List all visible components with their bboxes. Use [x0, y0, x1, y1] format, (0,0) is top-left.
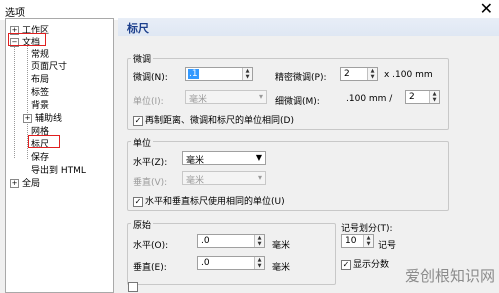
page-title: 标尺	[127, 22, 149, 35]
chevron-down-icon: ▾	[257, 173, 262, 182]
super-nudge-spinner[interactable]: 2 ▲ ▼	[340, 67, 378, 81]
show-fractions-checkbox[interactable]: ✓ 显示分数	[341, 257, 389, 270]
tick-divisions-unit: 记号	[378, 241, 397, 251]
expand-icon[interactable]: +	[23, 114, 32, 123]
unit-label: 单位(I):	[133, 97, 164, 107]
origin-vertical-label: 垂直(E):	[133, 263, 167, 273]
origin-horizontal-value: .0	[201, 236, 210, 246]
spinner-arrows-icon[interactable]: ▲ ▼	[254, 257, 264, 269]
highlight-box-rulers	[28, 135, 60, 148]
tick-divisions-spinner[interactable]: 10 ▲ ▼	[341, 234, 374, 248]
tree-item-layout[interactable]: 布局	[31, 72, 49, 85]
super-nudge-suffix: x .100 mm	[384, 70, 433, 80]
tree-item-background[interactable]: 背景	[31, 98, 49, 111]
tree-item-guidelines[interactable]: + 辅助线	[23, 111, 62, 124]
vertical-units-value: 毫米	[186, 176, 205, 186]
checkmark-icon[interactable]: ✓	[133, 196, 143, 207]
units-group-title: 单位	[131, 136, 154, 149]
checkbox-label: 水平和垂直标尺使用相同的单位(U)	[145, 197, 285, 207]
tree-item-label: 辅助线	[35, 114, 63, 124]
category-tree: + 工作区 − 文档 常规 页面尺寸 布局 标签 背景 + 辅助线 网格 标尺 保存 …	[5, 18, 114, 293]
tree-item-export-html[interactable]: 导出到 HTML	[31, 163, 86, 176]
close-icon[interactable]: ✕	[480, 1, 493, 17]
checkmark-icon[interactable]: ✓	[341, 259, 351, 270]
same-units-rulers-checkbox[interactable]: ✓ 水平和垂直标尺使用相同的单位(U)	[133, 194, 285, 207]
origin-vertical-spinner[interactable]: .0 ▲ ▼	[197, 256, 265, 270]
spinner-arrows-icon[interactable]: ▲ ▼	[429, 91, 439, 103]
tree-item-label: 全局	[22, 179, 41, 189]
micro-nudge-spinner[interactable]: 2 ▲ ▼	[405, 90, 440, 104]
spinner-arrows-icon[interactable]: ▲ ▼	[254, 235, 264, 247]
checkbox-label: 显示分数	[353, 260, 390, 270]
origin-horizontal-spinner[interactable]: .0 ▲ ▼	[197, 234, 265, 248]
chevron-down-icon: ▾	[258, 92, 263, 101]
title-bar: 选项 ✕	[0, 0, 499, 20]
origin-vertical-value: .0	[201, 258, 210, 268]
tree-guide-line	[14, 38, 15, 158]
horizontal-units-label: 水平(Z):	[133, 158, 168, 168]
micro-nudge-prefix: .100 mm /	[346, 94, 393, 104]
nudge-spinner[interactable]: .1 ▲ ▼	[185, 67, 253, 81]
super-nudge-value: 2	[344, 69, 350, 79]
window-title: 选项	[5, 8, 25, 19]
horizontal-units-value: 毫米	[186, 156, 205, 166]
origin-vertical-unit: 毫米	[272, 263, 291, 273]
nudge-unit-value: 毫米	[189, 95, 208, 105]
tree-item-page-size[interactable]: 页面尺寸	[31, 59, 67, 72]
tick-divisions-label: 记号划分(T):	[341, 224, 393, 234]
spinner-arrows-icon[interactable]: ▲ ▼	[242, 68, 252, 80]
micro-nudge-label: 细微调(M):	[275, 97, 320, 107]
spinner-arrows-icon[interactable]: ▲ ▼	[363, 235, 373, 247]
highlight-box-document	[8, 33, 46, 46]
nudge-group-title: 微调	[131, 52, 154, 65]
tree-item-save[interactable]: 保存	[31, 150, 49, 163]
tree-item-label[interactable]: 标签	[31, 85, 49, 98]
origin-horizontal-label: 水平(O):	[133, 241, 169, 251]
tick-divisions-value: 10	[345, 236, 357, 246]
spinner-arrows-icon[interactable]: ▲ ▼	[367, 68, 377, 80]
super-nudge-label: 精密微调(P):	[275, 73, 327, 83]
nudge-unit-select: 毫米 ▾	[185, 90, 267, 105]
origin-horizontal-unit: 毫米	[272, 241, 291, 251]
vertical-units-label: 垂直(V):	[133, 178, 168, 188]
micro-nudge-value: 2	[409, 92, 415, 102]
panel-header: 标尺	[118, 18, 499, 36]
nudge-value: .1	[188, 69, 199, 79]
tree-item-global[interactable]: + 全局	[10, 176, 40, 189]
checkbox-label: 再制距离、微调和标尺的单位相同(D)	[145, 116, 294, 126]
origin-group-title: 原始	[131, 218, 154, 231]
cut-off-checkbox[interactable]	[128, 282, 140, 293]
chevron-down-icon[interactable]: ▼	[256, 153, 262, 162]
nudge-label: 微调(N):	[133, 73, 168, 83]
vertical-units-select: 毫米 ▾	[182, 171, 266, 186]
expand-icon[interactable]: +	[10, 179, 19, 188]
horizontal-units-select[interactable]: 毫米 ▼	[182, 151, 266, 166]
checkmark-icon[interactable]: ✓	[133, 115, 143, 126]
checkbox-icon[interactable]	[128, 282, 138, 292]
same-units-duplicate-checkbox[interactable]: ✓ 再制距离、微调和标尺的单位相同(D)	[133, 113, 294, 126]
origin-group	[127, 223, 336, 285]
watermark: 爱创根知识网	[404, 267, 495, 285]
